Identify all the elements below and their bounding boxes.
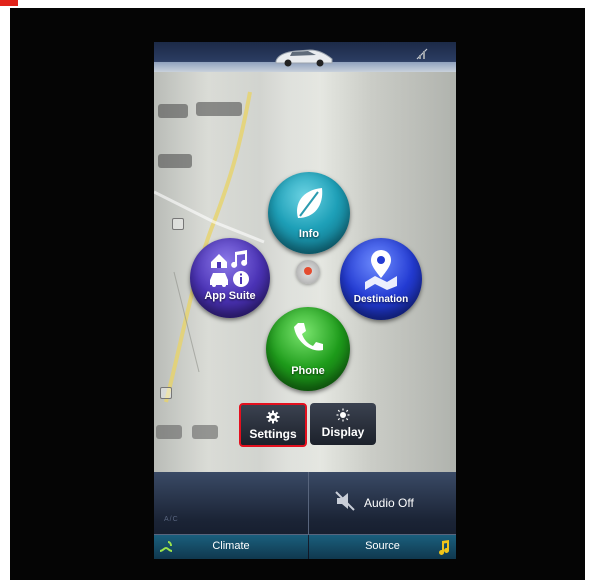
car-icon	[275, 49, 333, 67]
app-suite-label: App Suite	[204, 290, 256, 302]
display-button[interactable]: Display	[310, 403, 376, 445]
app-suite-button[interactable]: App Suite	[190, 238, 270, 318]
map-label-chip	[196, 102, 242, 116]
map-label-chip	[158, 104, 188, 118]
display-label: Display	[321, 425, 365, 439]
no-signal-icon	[416, 48, 428, 60]
info-button[interactable]: Info	[268, 172, 350, 254]
settings-button[interactable]: Settings	[239, 403, 307, 447]
map-zoom-chip	[192, 425, 218, 439]
app-suite-icon	[210, 250, 249, 287]
head-unit-screen: Info App Suite Destination Phone Setting…	[154, 42, 456, 559]
map-marker	[172, 218, 184, 230]
source-label: Source	[365, 540, 400, 552]
phone-label: Phone	[291, 365, 325, 377]
leaf-icon	[297, 188, 323, 218]
photo-frame: Info App Suite Destination Phone Setting…	[10, 8, 585, 580]
source-button[interactable]: Source	[309, 535, 456, 559]
map-marker	[160, 387, 172, 399]
brightness-icon	[336, 408, 350, 422]
audio-off-button[interactable]: Audio Off	[312, 472, 456, 534]
phone-button[interactable]: Phone	[266, 307, 350, 391]
gear-icon	[266, 410, 280, 424]
map-zoom-chip	[156, 425, 182, 439]
music-note-icon	[439, 540, 450, 555]
status-bar	[154, 42, 456, 72]
destination-label: Destination	[353, 294, 409, 305]
audio-off-label: Audio Off	[364, 496, 414, 510]
figure-tag	[0, 0, 18, 6]
map-label-chip	[158, 154, 192, 168]
climate-button[interactable]: Climate	[154, 535, 308, 559]
center-dot-indicator	[304, 267, 312, 275]
phone-handset-icon	[294, 323, 323, 351]
panel-divider	[308, 472, 309, 534]
climate-label: Climate	[212, 540, 250, 552]
speaker-muted-icon	[335, 491, 355, 511]
bottom-control-panel: A/C Audio Off Climate Source	[154, 472, 456, 559]
destination-button[interactable]: Destination	[340, 238, 422, 320]
info-label: Info	[298, 228, 320, 240]
settings-label: Settings	[249, 427, 297, 441]
map-pin-icon	[365, 250, 397, 290]
center-home-button[interactable]	[296, 260, 320, 284]
climate-status-readout: A/C	[164, 516, 179, 523]
